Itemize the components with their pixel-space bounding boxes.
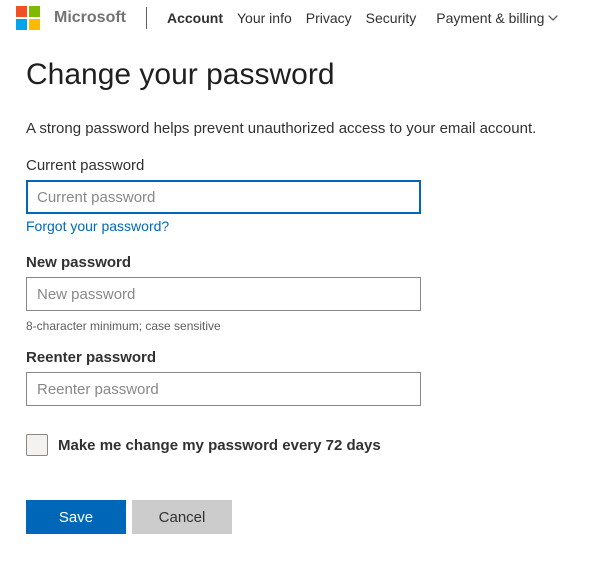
reenter-password-input[interactable] — [26, 372, 421, 406]
nav-account[interactable]: Account — [167, 10, 223, 26]
nav-separator — [146, 7, 147, 29]
button-row: Save Cancel — [26, 500, 579, 534]
reenter-password-label: Reenter password — [26, 349, 579, 366]
help-text: A strong password helps prevent unauthor… — [26, 120, 579, 137]
page-content: Change your password A strong password h… — [0, 36, 605, 534]
nav-payment-billing[interactable]: Payment & billing — [436, 10, 558, 26]
reenter-password-block: Reenter password — [26, 349, 579, 406]
current-password-label: Current password — [26, 157, 579, 174]
nav-payment-billing-label: Payment & billing — [436, 10, 544, 26]
page-title: Change your password — [26, 58, 579, 92]
new-password-label: New password — [26, 254, 579, 271]
current-password-input[interactable] — [26, 180, 421, 214]
rotate-password-label: Make me change my password every 72 days — [58, 437, 381, 454]
top-nav: Microsoft Account Your info Privacy Secu… — [0, 6, 605, 36]
new-password-input[interactable] — [26, 277, 421, 311]
current-password-block: Current password Forgot your password? — [26, 157, 579, 236]
rotate-password-row: Make me change my password every 72 days — [26, 434, 579, 456]
rotate-password-checkbox[interactable] — [26, 434, 48, 456]
save-button[interactable]: Save — [26, 500, 126, 534]
forgot-password-link[interactable]: Forgot your password? — [26, 218, 169, 234]
cancel-button[interactable]: Cancel — [132, 500, 232, 534]
chevron-down-icon — [548, 15, 558, 21]
nav-security[interactable]: Security — [366, 10, 417, 26]
password-hint: 8-character minimum; case sensitive — [26, 319, 579, 333]
nav-privacy[interactable]: Privacy — [306, 10, 352, 26]
nav-your-info[interactable]: Your info — [237, 10, 292, 26]
new-password-block: New password 8-character minimum; case s… — [26, 254, 579, 333]
brand-label: Microsoft — [54, 9, 126, 27]
microsoft-logo-icon — [16, 6, 40, 30]
